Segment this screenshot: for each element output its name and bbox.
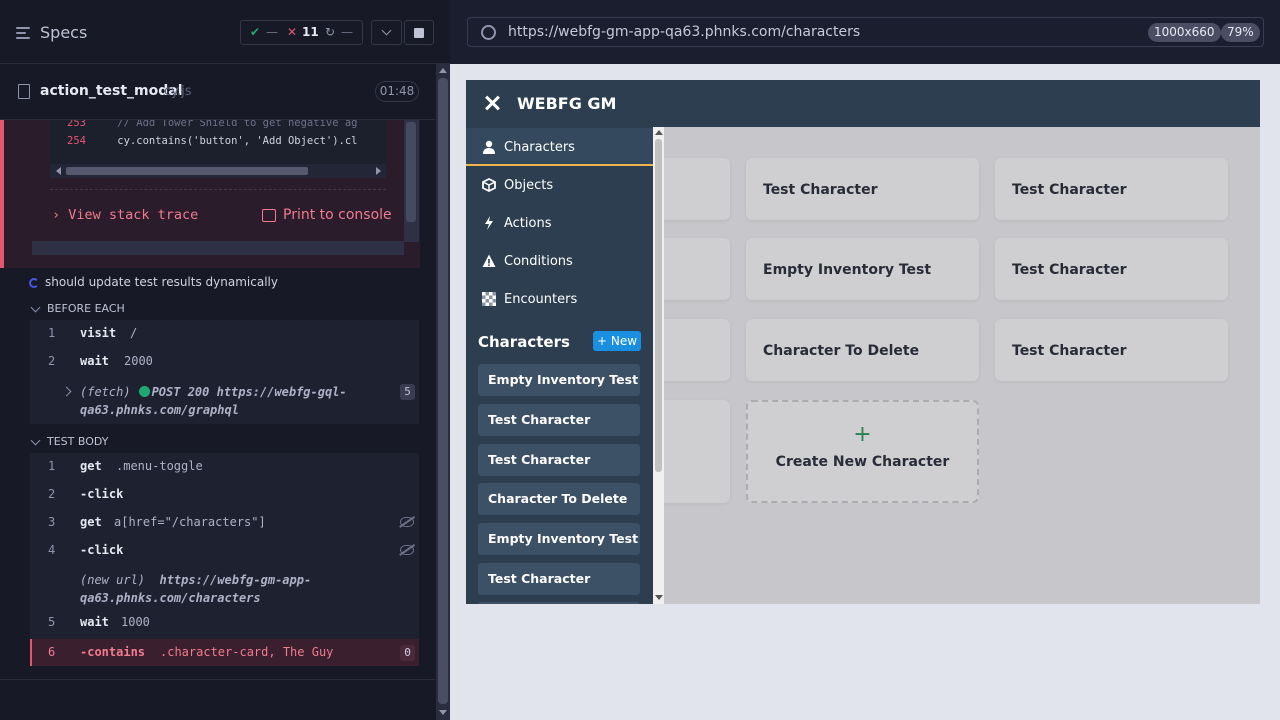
error-indicator-bar (0, 120, 4, 268)
sidebar-menu: Characters Objects Actions Conditions En… (466, 127, 653, 604)
viewport-size-badge[interactable]: 1000x660 (1148, 23, 1221, 42)
command-row[interactable]: 2 wait 2000 (30, 348, 419, 376)
zoom-level-badge[interactable]: 79% (1221, 23, 1260, 42)
error-scroll-thumb[interactable] (406, 122, 416, 222)
before-each-header[interactable]: BEFORE EACH (47, 302, 125, 315)
new-url-log[interactable]: (new url) https://webfg-gm-app-qa63.phnk… (80, 571, 380, 607)
spec-file-ext: cy.js (164, 84, 192, 99)
sidebar-character-item[interactable]: Empty Inventory Test (478, 364, 640, 396)
sidebar-character-item[interactable] (478, 602, 640, 604)
test-title[interactable]: should update test results dynamically (45, 275, 278, 289)
options-dropdown-button[interactable] (371, 20, 402, 45)
browser-toolbar: https://webfg-gm-app-qa63.phnks.com/char… (450, 0, 1280, 64)
pending-spinner-icon: ↻ (325, 25, 336, 39)
close-menu-icon[interactable] (484, 95, 500, 111)
runner-header: Specs ✔ — ✕ 11 ↻ — (0, 0, 450, 64)
command-row[interactable]: 2 -click (30, 481, 419, 509)
nav-encounters[interactable]: Encounters (466, 280, 653, 318)
scroll-down-arrow-icon[interactable] (655, 595, 663, 600)
test-body-header[interactable]: TEST BODY (47, 435, 108, 448)
bolt-icon (485, 216, 493, 230)
menu-backdrop[interactable] (664, 127, 1260, 604)
command-row[interactable]: 1 visit / (30, 320, 419, 348)
sidebar-character-item[interactable]: Test Character (478, 563, 640, 595)
scroll-right-arrow-icon[interactable] (376, 167, 381, 175)
spec-file-header: action_test_modal cy.js 01:48 (0, 65, 435, 120)
new-character-button[interactable]: + New (593, 331, 641, 351)
error-horizontal-scrollbar[interactable] (32, 241, 404, 255)
url-text: https://webfg-gm-app-qa63.phnks.com/char… (508, 24, 861, 40)
nav-actions[interactable]: Actions (466, 204, 653, 242)
test-stats: ✔ — ✕ 11 ↻ — (240, 20, 363, 45)
failed-x-icon: ✕ (287, 25, 298, 39)
sidebar-scroll-thumb[interactable] (655, 139, 662, 472)
app-viewport: Test Character Test Character Empty Inve… (466, 80, 1260, 604)
nav-characters[interactable]: Characters (466, 128, 653, 166)
scroll-left-arrow-icon[interactable] (56, 167, 61, 175)
command-row[interactable]: 4 -click (30, 537, 419, 565)
cube-icon (482, 178, 496, 192)
code-frame: 253 // Add Tower Shield to get negative … (50, 120, 386, 164)
sidebar-characters-heading: Characters (478, 333, 570, 351)
scroll-down-arrow-icon[interactable] (439, 710, 447, 715)
passed-count: — (266, 25, 278, 39)
sidebar-character-item[interactable]: Empty Inventory Test (478, 523, 640, 555)
chevron-down-icon (381, 25, 392, 36)
user-icon (483, 140, 495, 154)
document-icon (18, 84, 30, 99)
chevron-down-icon[interactable] (30, 435, 41, 446)
hidden-eye-icon (400, 517, 414, 527)
warning-icon (482, 254, 496, 267)
hidden-eye-icon (400, 545, 414, 555)
globe-icon (481, 25, 496, 40)
sidebar-character-item[interactable]: Character To Delete (478, 483, 640, 515)
app-preview-panel: https://webfg-gm-app-qa63.phnks.com/char… (450, 0, 1280, 720)
code-scroll-thumb[interactable] (66, 167, 308, 175)
running-spinner-icon (29, 278, 39, 288)
command-log-panel: Specs ✔ — ✕ 11 ↻ — action_test_modal cy.… (0, 0, 450, 720)
print-to-console-button[interactable]: Print to console (283, 207, 392, 223)
app-title: WEBFG GM (517, 94, 617, 113)
scroll-up-arrow-icon[interactable] (439, 68, 447, 73)
specs-menu-icon[interactable] (16, 27, 30, 39)
fetch-request-log[interactable]: (fetch) POST 200 https://webfg-gql-qa63.p… (80, 383, 370, 419)
sidebar-character-item[interactable]: Test Character (478, 404, 640, 436)
specs-label[interactable]: Specs (40, 23, 87, 42)
spec-file-name: action_test_modal (40, 83, 183, 99)
code-line: 253 // Add Tower Shield to get negative … (67, 120, 358, 129)
code-line: 254 cy.contains('button', 'Add Object').… (67, 135, 358, 147)
failed-command-row[interactable]: 6 -contains .character-card, The Guy 0 (30, 639, 419, 666)
stop-button[interactable] (404, 20, 434, 45)
run-timer: 01:48 (375, 81, 419, 102)
app-header: WEBFG GM (466, 80, 1260, 127)
status-dot-icon (138, 386, 150, 397)
checker-icon (482, 292, 496, 306)
fail-count-badge: 0 (400, 645, 415, 661)
command-row[interactable]: 5 wait 1000 (30, 609, 419, 637)
nav-objects[interactable]: Objects (466, 166, 653, 204)
failed-count: 11 (302, 25, 319, 39)
divider (0, 679, 435, 680)
pending-count: — (341, 25, 353, 39)
view-stack-trace-link[interactable]: › View stack trace (52, 207, 198, 223)
sidebar-character-item[interactable]: Test Character (478, 444, 640, 476)
scroll-up-arrow-icon[interactable] (655, 130, 663, 135)
chevron-down-icon[interactable] (30, 302, 41, 313)
divider (50, 189, 386, 190)
passed-check-icon: ✔ (250, 25, 261, 39)
fetch-count-badge: 5 (400, 384, 415, 400)
log-scroll-thumb[interactable] (438, 78, 448, 704)
command-row[interactable]: 3 get a[href="/characters"] (30, 509, 419, 537)
console-icon (262, 209, 276, 222)
nav-conditions[interactable]: Conditions (466, 242, 653, 280)
command-row[interactable]: 1 get .menu-toggle (30, 453, 419, 481)
url-bar[interactable]: https://webfg-gm-app-qa63.phnks.com/char… (467, 17, 1264, 47)
